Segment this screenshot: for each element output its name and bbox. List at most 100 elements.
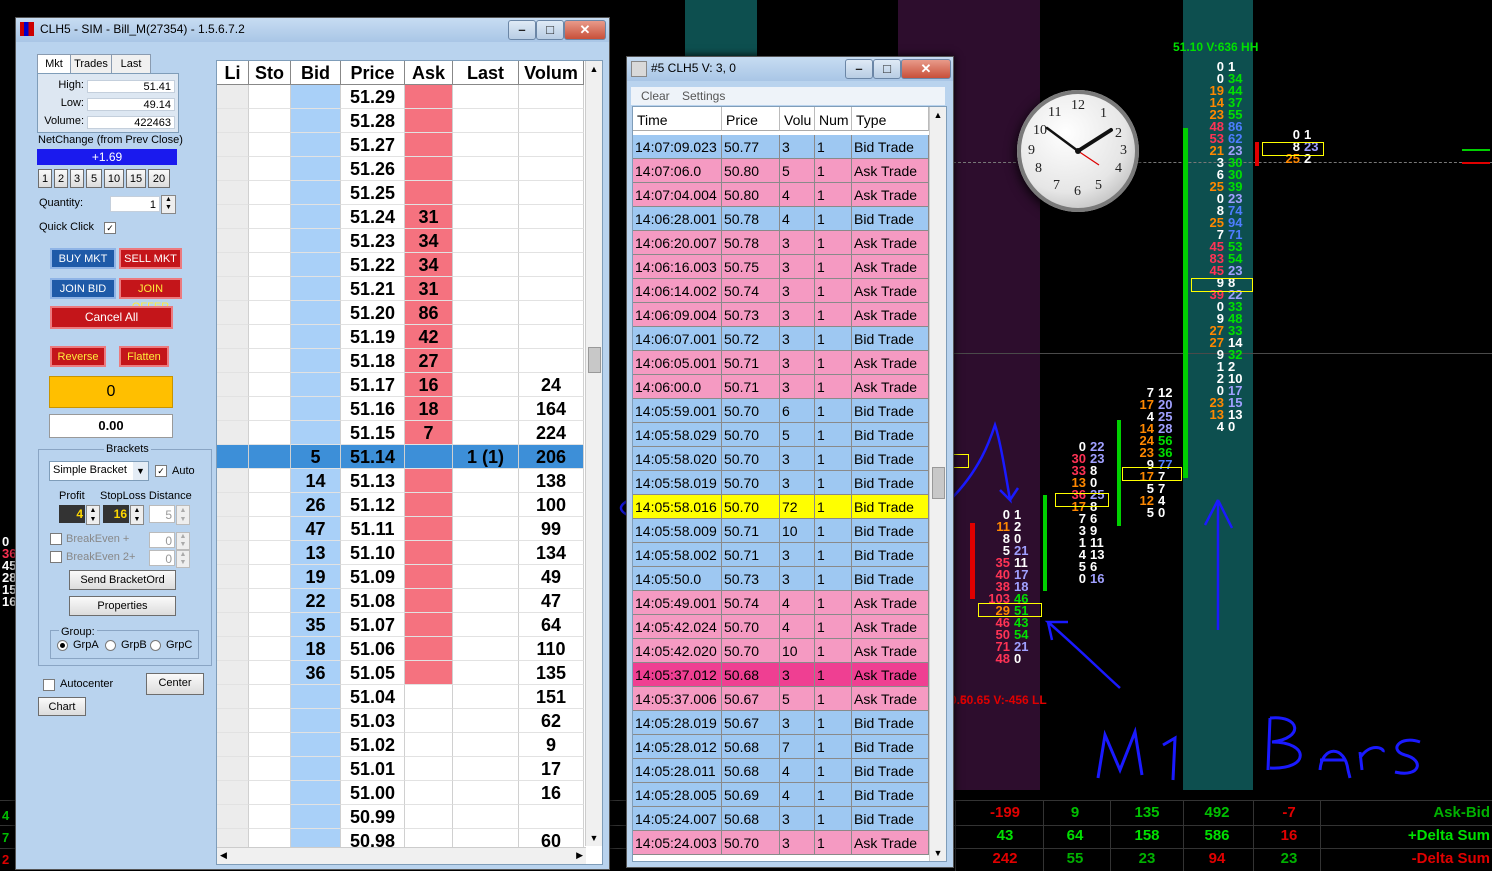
scroll-up-icon[interactable]: ▲ <box>586 61 602 77</box>
menu-clear[interactable]: Clear <box>641 89 670 103</box>
price-cell[interactable]: 51.16 <box>341 397 405 421</box>
ask-cell[interactable] <box>405 133 453 157</box>
ask-cell[interactable]: 34 <box>405 253 453 277</box>
price-cell[interactable]: 50.99 <box>341 805 405 829</box>
ladder-row[interactable]: 51.16 18 164 <box>217 397 584 421</box>
ts-header-num[interactable]: Num <box>815 107 852 131</box>
ts-row[interactable]: 14:06:20.007 50.78 3 1 Ask Trade <box>633 231 929 255</box>
price-cell[interactable]: 51.09 <box>341 565 405 589</box>
ladder-row[interactable]: 26 51.12 100 <box>217 493 584 517</box>
ladder-row[interactable]: 50.99 <box>217 805 584 829</box>
ts-vertical-scrollbar[interactable]: ▲ ▼ <box>929 107 946 861</box>
scroll-right-icon[interactable]: ▶ <box>576 850 583 861</box>
ask-cell[interactable]: 42 <box>405 325 453 349</box>
group-c-radio[interactable] <box>150 640 161 651</box>
join-offer-button[interactable]: JOIN OFFER <box>119 278 182 313</box>
price-cell[interactable]: 51.25 <box>341 181 405 205</box>
ask-cell[interactable]: 31 <box>405 277 453 301</box>
quickclick-checkbox[interactable]: ✓ <box>104 222 116 234</box>
bid-cell[interactable] <box>291 181 341 205</box>
ladder-row[interactable]: 51.22 34 <box>217 253 584 277</box>
price-cell[interactable]: 51.11 <box>341 517 405 541</box>
price-cell[interactable]: 51.24 <box>341 205 405 229</box>
ask-cell[interactable] <box>405 709 453 733</box>
col-header-ask[interactable]: Ask <box>405 61 453 85</box>
ladder-row[interactable]: 51.21 31 <box>217 277 584 301</box>
ladder-row[interactable]: 14 51.13 138 <box>217 469 584 493</box>
ts-row[interactable]: 14:06:00.0 50.71 3 1 Ask Trade <box>633 375 929 399</box>
send-bracket-button[interactable]: Send BracketOrd <box>69 570 176 590</box>
bid-cell[interactable] <box>291 733 341 757</box>
bid-cell[interactable]: 19 <box>291 565 341 589</box>
ask-cell[interactable] <box>405 85 453 109</box>
ladder-row[interactable]: 51.18 27 <box>217 349 584 373</box>
ladder-row[interactable]: 51.26 <box>217 157 584 181</box>
bid-cell[interactable] <box>291 277 341 301</box>
ask-cell[interactable] <box>405 493 453 517</box>
bid-cell[interactable] <box>291 349 341 373</box>
bid-cell[interactable] <box>291 301 341 325</box>
bid-cell[interactable] <box>291 709 341 733</box>
ts-row[interactable]: 14:05:58.016 50.70 72 1 Bid Trade <box>633 495 929 519</box>
ask-cell[interactable] <box>405 733 453 757</box>
ts-row[interactable]: 14:05:24.007 50.68 3 1 Bid Trade <box>633 807 929 831</box>
close-icon[interactable]: ✕ <box>564 20 606 40</box>
ladder-row[interactable]: 13 51.10 134 <box>217 541 584 565</box>
col-header-volume[interactable]: Volum <box>519 61 584 85</box>
bid-cell[interactable] <box>291 373 341 397</box>
ask-cell[interactable]: 34 <box>405 229 453 253</box>
ladder-row[interactable]: 51.28 <box>217 109 584 133</box>
ts-row[interactable]: 14:05:28.005 50.69 4 1 Bid Trade <box>633 783 929 807</box>
reverse-button[interactable]: Reverse <box>50 346 106 367</box>
breakeven2-spinner[interactable]: ▲ ▼ <box>176 550 190 568</box>
ts-row[interactable]: 14:05:37.012 50.68 3 1 Ask Trade <box>633 663 929 687</box>
quantity-input[interactable]: 1 <box>110 196 160 212</box>
bid-cell[interactable]: 5 <box>291 445 341 469</box>
ask-cell[interactable] <box>405 517 453 541</box>
price-cell[interactable]: 51.00 <box>341 781 405 805</box>
bid-cell[interactable] <box>291 325 341 349</box>
bid-cell[interactable] <box>291 757 341 781</box>
bid-cell[interactable] <box>291 685 341 709</box>
buy-market-button[interactable]: BUY MKT <box>50 248 116 269</box>
ask-cell[interactable] <box>405 637 453 661</box>
ladder-row[interactable]: 51.29 <box>217 85 584 109</box>
qty-5-button[interactable]: 5 <box>86 169 102 188</box>
ladder-row[interactable]: 51.03 62 <box>217 709 584 733</box>
ask-cell[interactable]: 86 <box>405 301 453 325</box>
ts-title-bar[interactable]: #5 CLH5 V: 3, 0 – □ ✕ <box>627 57 953 81</box>
ts-row[interactable]: 14:05:28.012 50.68 7 1 Bid Trade <box>633 735 929 759</box>
price-cell[interactable]: 51.21 <box>341 277 405 301</box>
ladder-row[interactable]: 51.25 <box>217 181 584 205</box>
stoploss-input[interactable]: 16 <box>103 505 129 523</box>
breakeven1-checkbox[interactable] <box>50 533 62 545</box>
price-cell[interactable]: 51.01 <box>341 757 405 781</box>
breakeven2-input[interactable]: 0 <box>149 550 175 566</box>
price-cell[interactable]: 51.26 <box>341 157 405 181</box>
profit-spinner[interactable]: ▲ ▼ <box>86 505 100 525</box>
ask-cell[interactable] <box>405 685 453 709</box>
price-cell[interactable]: 51.03 <box>341 709 405 733</box>
ladder-row[interactable]: 51.27 <box>217 133 584 157</box>
join-bid-button[interactable]: JOIN BID <box>50 278 116 299</box>
ts-row[interactable]: 14:06:14.002 50.74 3 1 Ask Trade <box>633 279 929 303</box>
col-header-sto[interactable]: Sto <box>249 61 291 85</box>
bid-cell[interactable]: 13 <box>291 541 341 565</box>
qty-15-button[interactable]: 15 <box>126 169 146 188</box>
price-cell[interactable]: 51.08 <box>341 589 405 613</box>
scroll-thumb[interactable] <box>932 467 945 499</box>
ladder-row[interactable]: 51.00 16 <box>217 781 584 805</box>
ts-row[interactable]: 14:05:42.020 50.70 10 1 Ask Trade <box>633 639 929 663</box>
bracket-type-select[interactable]: Simple Bracket ▼ <box>49 461 149 481</box>
bid-cell[interactable] <box>291 109 341 133</box>
tab-mkt[interactable]: Mkt <box>37 54 71 75</box>
price-cell[interactable]: 51.23 <box>341 229 405 253</box>
ladder-row[interactable]: 51.01 17 <box>217 757 584 781</box>
price-cell[interactable]: 51.29 <box>341 85 405 109</box>
maximize-icon[interactable]: □ <box>873 59 901 79</box>
bid-cell[interactable] <box>291 805 341 829</box>
price-cell[interactable]: 51.07 <box>341 613 405 637</box>
price-cell[interactable]: 51.19 <box>341 325 405 349</box>
ladder-row[interactable]: 51.19 42 <box>217 325 584 349</box>
ask-cell[interactable]: 31 <box>405 205 453 229</box>
